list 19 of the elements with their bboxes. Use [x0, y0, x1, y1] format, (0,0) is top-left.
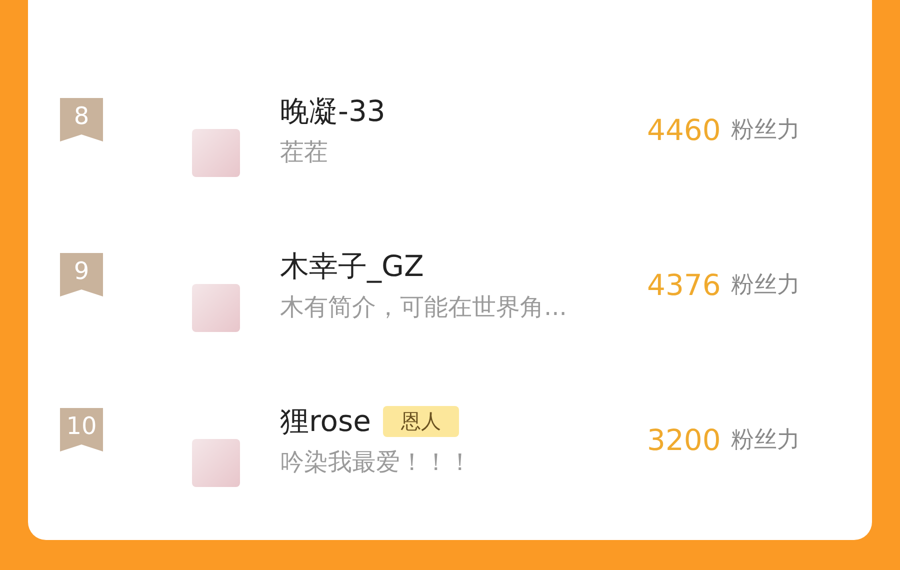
user-name: 晚凝-33 [280, 92, 386, 130]
user-bio: 吟染我最爱！！！ [280, 446, 473, 478]
user-bio: 茬茬 [280, 136, 329, 168]
fan-score: 3200 [647, 422, 721, 456]
rank-ribbon: 8 [60, 98, 103, 142]
rank-ribbon: 10 [60, 408, 103, 452]
avatar-placeholder [192, 284, 240, 332]
avatar-placeholder [192, 128, 240, 176]
fan-score: 4376 [647, 268, 721, 302]
user-tag: 恩人 [382, 406, 459, 437]
user-bio: 木有简介，可能在世界角... [280, 292, 568, 322]
fan-score: 4460 [647, 112, 721, 146]
user-name: 木幸子_GZ [280, 248, 424, 285]
score-unit: 粉丝力 [730, 271, 800, 300]
user-name: 狸rose [280, 402, 371, 440]
avatar-placeholder [192, 438, 240, 486]
score-unit: 粉丝力 [730, 426, 800, 455]
score-unit: 粉丝力 [730, 116, 800, 145]
rank-ribbon: 9 [60, 252, 103, 296]
